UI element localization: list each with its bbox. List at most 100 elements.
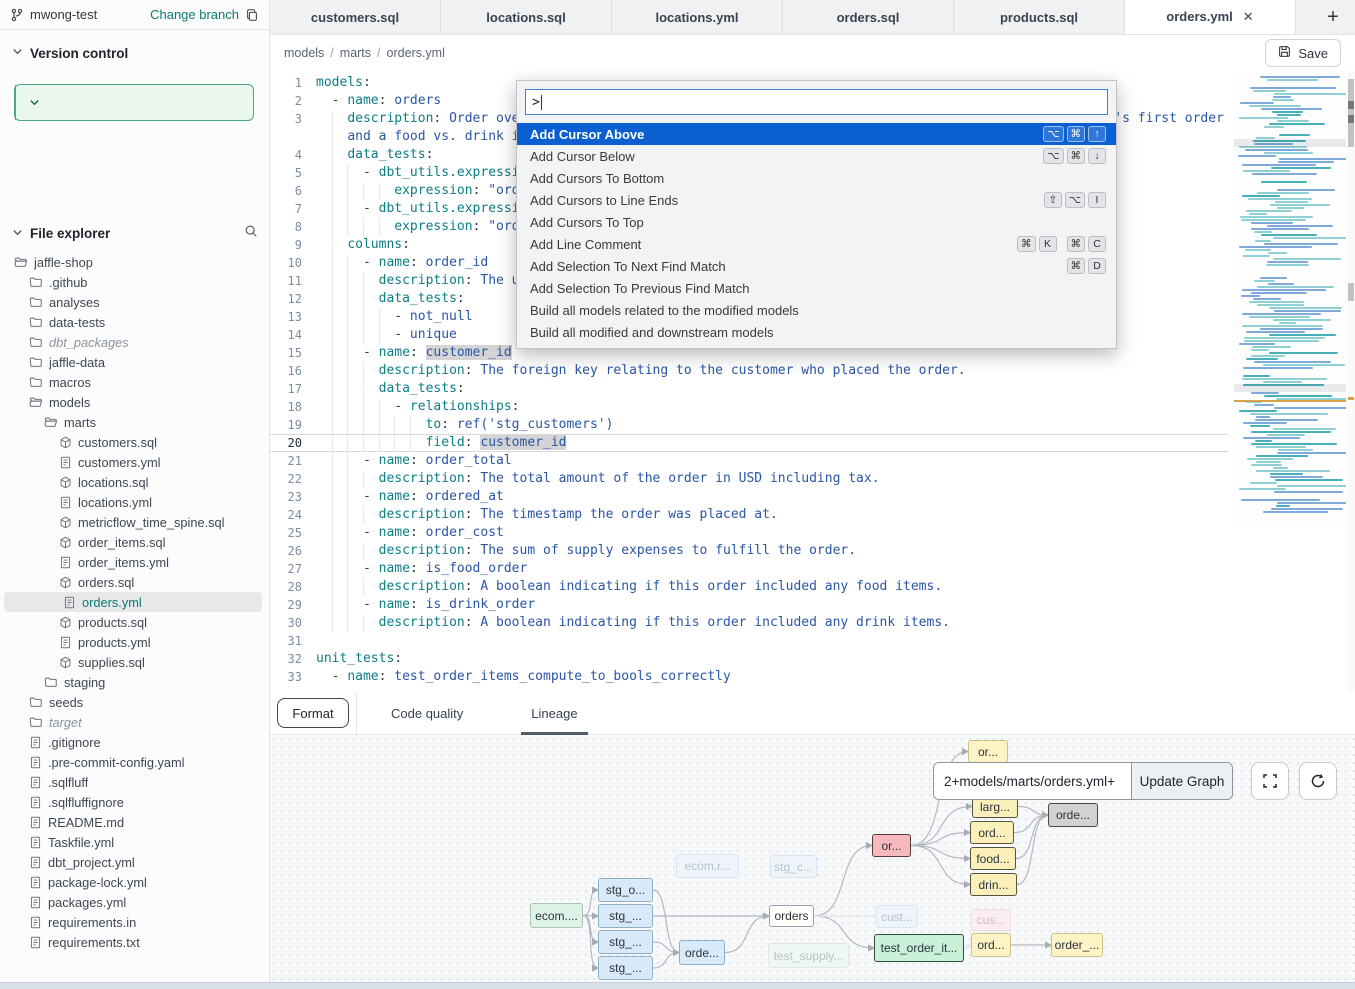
new-tab-button[interactable]: +	[1311, 0, 1355, 34]
fullscreen-button[interactable]	[1251, 762, 1289, 800]
palette-item[interactable]: Add Cursor Below⌥⌘↓	[517, 145, 1116, 167]
code-line-18[interactable]: 18 - relationships:	[270, 398, 1228, 416]
lineage-node-stg4[interactable]: stg_...	[598, 956, 653, 980]
code-line-26[interactable]: 26 description: The sum of supply expens…	[270, 542, 1228, 560]
search-icon[interactable]	[244, 224, 258, 243]
code-line-32[interactable]: 32unit_tests:	[270, 650, 1228, 668]
tab-customers.sql[interactable]: customers.sql	[270, 0, 441, 34]
tree-item-orders.sql[interactable]: orders.sql	[0, 572, 270, 592]
create-pr-dropdown[interactable]	[15, 85, 53, 120]
code-line-31[interactable]: 31	[270, 632, 1228, 650]
code-line-20[interactable]: 20 field: customer_id	[270, 434, 1228, 452]
tab-orders.yml[interactable]: orders.yml✕	[1125, 0, 1296, 34]
editor-scrollbar[interactable]	[1347, 71, 1355, 692]
palette-item[interactable]: Add Cursors to Line Ends⇧⌥I	[517, 189, 1116, 211]
tree-item-.pre-commit-config.yaml[interactable]: .pre-commit-config.yaml	[0, 752, 270, 772]
tree-item-orders.yml[interactable]: orders.yml	[4, 592, 262, 612]
file-explorer-header[interactable]: File explorer	[0, 218, 270, 249]
palette-item[interactable]: Add Selection To Next Find Match⌘D	[517, 255, 1116, 277]
lineage-selector-input[interactable]	[934, 763, 1131, 799]
code-line-16[interactable]: 16 description: The foreign key relating…	[270, 362, 1228, 380]
tree-item-macros[interactable]: macros	[0, 372, 270, 392]
tree-item-.sqlfluff[interactable]: .sqlfluff	[0, 772, 270, 792]
tree-item-customers.yml[interactable]: customers.yml	[0, 452, 270, 472]
bottom-tab-code-quality[interactable]: Code quality	[381, 692, 473, 735]
lineage-node-ordegrey[interactable]: orde...	[1048, 803, 1098, 827]
lineage-node-orders[interactable]: orders	[769, 905, 814, 927]
tree-item-README.md[interactable]: README.md	[0, 812, 270, 832]
tab-products.sql[interactable]: products.sql	[954, 0, 1125, 34]
code-line-33[interactable]: 33 - name: test_order_items_compute_to_b…	[270, 668, 1228, 686]
update-graph-button[interactable]: Update Graph	[1131, 763, 1232, 799]
change-branch-link[interactable]: Change branch	[150, 7, 239, 22]
code-line-17[interactable]: 17 data_tests:	[270, 380, 1228, 398]
code-line-29[interactable]: 29 - name: is_drink_order	[270, 596, 1228, 614]
tree-item-order_items.sql[interactable]: order_items.sql	[0, 532, 270, 552]
lineage-node-orpink[interactable]: or...	[872, 834, 911, 857]
lineage-node-food[interactable]: food...	[970, 847, 1016, 870]
tree-item-products.yml[interactable]: products.yml	[0, 632, 270, 652]
lineage-node-stgc_f[interactable]: stg_c...	[770, 855, 817, 878]
code-line-19[interactable]: 19 to: ref('stg_customers')	[270, 416, 1228, 434]
palette-item[interactable]: Build all modified and downstream models	[517, 321, 1116, 343]
palette-item[interactable]: Add Cursors To Bottom	[517, 167, 1116, 189]
tree-item-locations.sql[interactable]: locations.sql	[0, 472, 270, 492]
tab-orders.sql[interactable]: orders.sql	[783, 0, 954, 34]
bottom-tab-lineage[interactable]: Lineage	[521, 692, 587, 735]
code-line-21[interactable]: 21 - name: order_total	[270, 452, 1228, 470]
palette-item[interactable]: Add Line Comment⌘K⌘C	[517, 233, 1116, 255]
lineage-node-testsupply_f[interactable]: test_supply...	[768, 943, 849, 968]
tree-item-target[interactable]: target	[0, 712, 270, 732]
tab-locations.sql[interactable]: locations.sql	[441, 0, 612, 34]
lineage-node-testorder[interactable]: test_order_it...	[874, 934, 964, 962]
tree-item-locations.yml[interactable]: locations.yml	[0, 492, 270, 512]
minimap[interactable]	[1234, 74, 1346, 526]
command-palette-input[interactable]: >	[525, 89, 1108, 115]
lineage-node-ecom[interactable]: ecom....	[530, 903, 583, 928]
tree-item-staging[interactable]: staging	[0, 672, 270, 692]
tree-item-supplies.sql[interactable]: supplies.sql	[0, 652, 270, 672]
lineage-node-drin[interactable]: drin...	[970, 873, 1017, 896]
tree-item-jaffle-data[interactable]: jaffle-data	[0, 352, 270, 372]
lineage-node-or_top[interactable]: or...	[968, 740, 1008, 763]
lineage-node-ord1[interactable]: ord...	[970, 821, 1014, 844]
tree-item-dbt_packages[interactable]: dbt_packages	[0, 332, 270, 352]
tree-item-.gitignore[interactable]: .gitignore	[0, 732, 270, 752]
tree-item-data-tests[interactable]: data-tests	[0, 312, 270, 332]
tree-item-products.sql[interactable]: products.sql	[0, 612, 270, 632]
copy-branch-icon[interactable]	[245, 8, 259, 22]
palette-item[interactable]: Build all models related to the modified…	[517, 299, 1116, 321]
tree-item-models[interactable]: models	[0, 392, 270, 412]
lineage-node-cus_f[interactable]: cus...	[971, 909, 1011, 931]
palette-item[interactable]: Add Cursor Above⌥⌘↑	[517, 123, 1116, 145]
close-tab-icon[interactable]: ✕	[1243, 9, 1254, 25]
code-line-23[interactable]: 23 - name: ordered_at	[270, 488, 1228, 506]
tree-item-marts[interactable]: marts	[0, 412, 270, 432]
breadcrumb-item[interactable]: models	[284, 46, 324, 60]
tree-item-order_items.yml[interactable]: order_items.yml	[0, 552, 270, 572]
refresh-button[interactable]	[1299, 762, 1337, 800]
lineage-node-ord2[interactable]: ord...	[971, 933, 1011, 957]
lineage-node-stg_o[interactable]: stg_o...	[598, 878, 653, 902]
palette-item[interactable]: Add Cursors To Top	[517, 211, 1116, 233]
tree-item-customers.sql[interactable]: customers.sql	[0, 432, 270, 452]
palette-item[interactable]: Add Selection To Previous Find Match	[517, 277, 1116, 299]
lineage-node-order_[interactable]: order_...	[1051, 933, 1103, 957]
tree-item-Taskfile.yml[interactable]: Taskfile.yml	[0, 832, 270, 852]
create-pr-button[interactable]: Create a pull request on Git...	[14, 84, 254, 121]
code-line-25[interactable]: 25 - name: order_cost	[270, 524, 1228, 542]
tree-item-.sqlfluffignore[interactable]: .sqlfluffignore	[0, 792, 270, 812]
tab-locations.yml[interactable]: locations.yml	[612, 0, 783, 34]
format-button[interactable]: Format	[277, 698, 348, 728]
tree-item-requirements.in[interactable]: requirements.in	[0, 912, 270, 932]
code-line-30[interactable]: 30 description: A boolean indicating if …	[270, 614, 1228, 632]
save-button[interactable]: Save	[1265, 39, 1341, 67]
tree-item-packages.yml[interactable]: packages.yml	[0, 892, 270, 912]
tree-item-metricflow_time_spine.sql[interactable]: metricflow_time_spine.sql	[0, 512, 270, 532]
lineage-node-ordeblue[interactable]: orde...	[679, 940, 725, 965]
tree-item-requirements.txt[interactable]: requirements.txt	[0, 932, 270, 952]
tree-item-.github[interactable]: .github	[0, 272, 270, 292]
lineage-node-cust_f[interactable]: cust...	[876, 905, 918, 928]
code-line-28[interactable]: 28 description: A boolean indicating if …	[270, 578, 1228, 596]
breadcrumb-item[interactable]: marts	[340, 46, 371, 60]
